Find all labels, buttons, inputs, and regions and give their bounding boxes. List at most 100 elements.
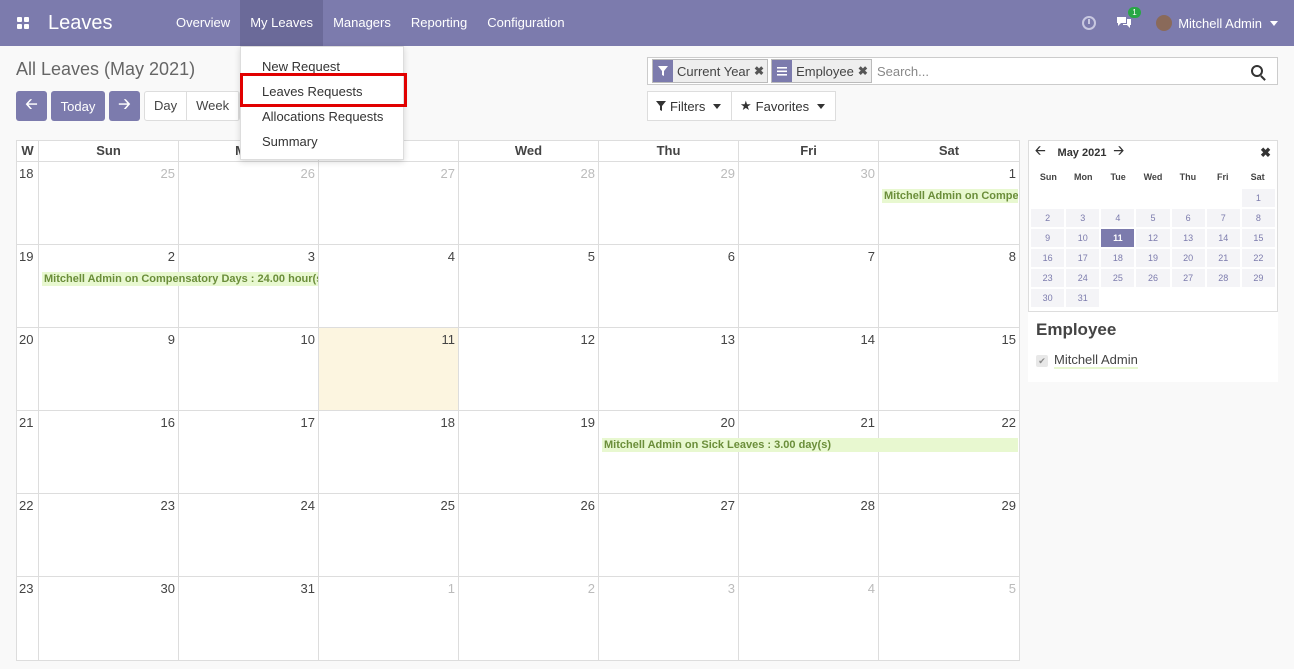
calendar-day-cell[interactable]: 1 [879,162,1019,244]
calendar-day-cell[interactable]: 10 [179,328,319,410]
dropdown-summary[interactable]: Summary [241,129,403,154]
mini-day[interactable]: 22 [1241,249,1275,267]
calendar-day-cell[interactable]: 8 [879,245,1019,327]
mini-day[interactable]: 14 [1206,229,1240,247]
mini-day[interactable]: 12 [1136,229,1170,247]
search-icon[interactable] [1251,65,1263,77]
calendar-day-cell[interactable]: 26 [179,162,319,244]
calendar-day-cell[interactable]: 24 [179,494,319,576]
calendar-day-cell[interactable]: 6 [599,245,739,327]
calendar-day-cell[interactable]: 4 [739,577,879,660]
chat-icon[interactable]: 1 [1116,6,1141,32]
menu-managers[interactable]: Managers [323,0,401,46]
calendar-day-cell[interactable]: 1 [319,577,459,660]
mini-day[interactable]: 9 [1031,229,1065,247]
calendar-day-cell[interactable]: 29 [599,162,739,244]
mini-day[interactable]: 16 [1031,249,1065,267]
calendar-day-cell[interactable]: 30 [739,162,879,244]
calendar-day-cell[interactable]: 15 [879,328,1019,410]
dropdown-allocations-requests[interactable]: Allocations Requests [241,104,403,129]
mini-day[interactable]: 1 [1241,189,1275,207]
close-icon[interactable]: ✖ [858,64,871,78]
calendar-day-cell[interactable]: 13 [599,328,739,410]
calendar-day-cell[interactable]: 5 [879,577,1019,660]
calendar-day-cell[interactable]: 27 [319,162,459,244]
calendar-day-cell[interactable]: 3 [179,245,319,327]
calendar-day-cell[interactable]: 2 [39,245,179,327]
calendar-day-cell[interactable]: 2 [459,577,599,660]
arrow-right-icon[interactable]: 🡢 [1114,142,1125,164]
mini-day[interactable]: 20 [1171,249,1205,267]
calendar-day-cell[interactable]: 18 [319,411,459,493]
mini-day[interactable]: 21 [1206,249,1240,267]
mini-day[interactable]: 29 [1241,269,1275,287]
calendar-day-cell[interactable]: 9 [39,328,179,410]
mini-day[interactable]: 27 [1171,269,1205,287]
calendar-day-cell[interactable]: 4 [319,245,459,327]
calendar-day-cell[interactable]: 17 [179,411,319,493]
close-icon[interactable]: ✖ [754,64,767,78]
clock-icon[interactable] [1082,16,1097,30]
mini-day[interactable]: 10 [1066,229,1100,247]
scale-day-button[interactable]: Day [145,92,188,120]
today-button[interactable]: Today [51,91,105,121]
mini-day[interactable]: 5 [1136,209,1170,227]
calendar-day-cell[interactable]: 14 [739,328,879,410]
facet-employee[interactable]: Employee ✖ [771,59,872,83]
calendar-day-cell[interactable]: 11 [319,328,459,410]
favorites-button[interactable]: ★ Favorites [731,91,836,121]
mini-day[interactable]: 15 [1241,229,1275,247]
arrow-left-icon[interactable]: 🡠 [1035,142,1046,164]
filters-button[interactable]: Filters [647,91,732,121]
calendar-day-cell[interactable]: 23 [39,494,179,576]
calendar-day-cell[interactable]: 25 [319,494,459,576]
search-input[interactable] [874,62,1251,80]
calendar-day-cell[interactable]: 22 [879,411,1019,493]
avatar[interactable] [1156,15,1173,31]
calendar-day-cell[interactable]: 25 [39,162,179,244]
dropdown-new-request[interactable]: New Request [241,54,403,79]
calendar-event[interactable]: Mitchell Admin on Compensatory Days : 24… [882,189,1018,203]
calendar-day-cell[interactable]: 19 [459,411,599,493]
next-button[interactable]: 🡢 [109,91,140,121]
mini-day[interactable]: 7 [1206,209,1240,227]
calendar-day-cell[interactable]: 27 [599,494,739,576]
apps-menu-icon[interactable] [0,0,46,46]
menu-configuration[interactable]: Configuration [477,0,574,46]
scale-week-button[interactable]: Week [187,92,240,120]
close-icon[interactable]: ✖ [1260,145,1271,161]
chevron-down-icon[interactable] [1270,20,1278,26]
filter-item[interactable]: ✔ Mitchell Admin [1036,352,1278,369]
menu-reporting[interactable]: Reporting [401,0,477,46]
mini-day[interactable]: 25 [1101,269,1135,287]
calendar-day-cell[interactable]: 7 [739,245,879,327]
calendar-day-cell[interactable]: 28 [459,162,599,244]
mini-day[interactable]: 26 [1136,269,1170,287]
menu-overview[interactable]: Overview [166,0,240,46]
calendar-day-cell[interactable]: 30 [39,577,179,660]
mini-day[interactable]: 13 [1171,229,1205,247]
mini-day[interactable]: 31 [1066,289,1100,307]
mini-day[interactable]: 3 [1066,209,1100,227]
checkbox-icon[interactable]: ✔ [1036,354,1048,367]
menu-my-leaves[interactable]: My Leaves [240,0,324,46]
calendar-day-cell[interactable]: 21 [739,411,879,493]
mini-day[interactable]: 19 [1136,249,1170,267]
mini-day[interactable]: 18 [1101,249,1135,267]
calendar-day-cell[interactable]: 20 [599,411,739,493]
mini-day[interactable]: 11 [1101,229,1135,247]
calendar-event[interactable]: Mitchell Admin on Compensatory Days : 24… [42,272,318,286]
mini-day[interactable]: 30 [1031,289,1065,307]
mini-day[interactable]: 6 [1171,209,1205,227]
mini-day[interactable]: 17 [1066,249,1100,267]
mini-day[interactable]: 24 [1066,269,1100,287]
calendar-day-cell[interactable]: 28 [739,494,879,576]
calendar-day-cell[interactable]: 26 [459,494,599,576]
calendar-event[interactable]: Mitchell Admin on Sick Leaves : 3.00 day… [602,438,1018,452]
calendar-day-cell[interactable]: 31 [179,577,319,660]
mini-day[interactable]: 8 [1241,209,1275,227]
mini-day[interactable]: 28 [1206,269,1240,287]
calendar-day-cell[interactable]: 12 [459,328,599,410]
user-name[interactable]: Mitchell Admin [1178,16,1262,31]
calendar-day-cell[interactable]: 16 [39,411,179,493]
